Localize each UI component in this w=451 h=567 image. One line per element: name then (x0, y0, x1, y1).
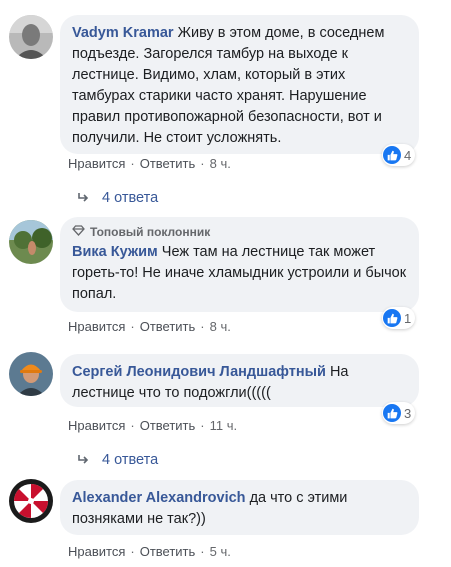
separator: · (200, 418, 205, 433)
separator: · (130, 544, 135, 559)
comment-author[interactable]: Alexander Alexandrovich (72, 490, 246, 506)
reply-link[interactable]: Ответить (140, 319, 196, 334)
separator: · (130, 319, 135, 334)
comment-actions: Нравится · Ответить · 11 ч. (68, 417, 237, 435)
comment-time[interactable]: 11 ч. (210, 418, 238, 433)
like-link[interactable]: Нравится (68, 319, 125, 334)
comment-bubble: Сергей Леонидович Ландшафтный На лестниц… (60, 354, 419, 407)
comment-time[interactable]: 5 ч. (210, 544, 231, 559)
comment-bubble: Топовый поклонник Вика Кужим Чеж там на … (60, 217, 419, 312)
like-link[interactable]: Нравится (68, 544, 125, 559)
view-replies-link[interactable]: 4 ответа (78, 189, 158, 207)
comment-actions: Нравится · Ответить · 5 ч. (68, 543, 231, 561)
like-thumb-icon (383, 309, 401, 327)
comment-time[interactable]: 8 ч. (210, 156, 231, 171)
comment-bubble: Alexander Alexandrovich да что с этими п… (60, 480, 419, 535)
separator: · (200, 544, 205, 559)
separator: · (130, 418, 135, 433)
separator: · (200, 156, 205, 171)
reaction-count[interactable]: 4 (382, 144, 416, 166)
reaction-count[interactable]: 1 (382, 307, 416, 329)
avatar[interactable] (9, 352, 53, 396)
comment-author[interactable]: Вика Кужим (72, 244, 158, 260)
comment-actions: Нравится · Ответить · 8 ч. (68, 318, 231, 336)
separator: · (130, 156, 135, 171)
avatar[interactable] (9, 220, 53, 264)
comment-text: Живу в этом доме, в соседнем подъезде. З… (72, 25, 385, 146)
reply-link[interactable]: Ответить (140, 418, 196, 433)
like-link[interactable]: Нравится (68, 418, 125, 433)
avatar[interactable] (9, 15, 53, 59)
reaction-count-label: 4 (404, 147, 412, 163)
reply-arrow-icon (78, 189, 90, 207)
reaction-count[interactable]: 3 (382, 402, 416, 424)
top-fan-label: Топовый поклонник (90, 225, 211, 239)
comment-author[interactable]: Vadym Kramar (72, 25, 174, 41)
comment-author[interactable]: Сергей Леонидович Ландшафтный (72, 364, 326, 380)
separator: · (200, 319, 205, 334)
reply-link[interactable]: Ответить (140, 156, 196, 171)
diamond-icon (72, 224, 85, 240)
reply-arrow-icon (78, 451, 90, 469)
top-fan-badge: Топовый поклонник (72, 224, 407, 240)
reaction-count-label: 3 (404, 405, 412, 421)
like-thumb-icon (383, 146, 401, 164)
reaction-count-label: 1 (404, 310, 412, 326)
comment-time[interactable]: 8 ч. (210, 319, 231, 334)
replies-count[interactable]: 4 ответа (102, 451, 158, 469)
avatar[interactable] (9, 479, 53, 523)
comment-bubble: Vadym Kramar Живу в этом доме, в соседне… (60, 15, 419, 154)
reply-link[interactable]: Ответить (140, 544, 196, 559)
comment-actions: Нравится · Ответить · 8 ч. (68, 155, 231, 173)
like-thumb-icon (383, 404, 401, 422)
view-replies-link[interactable]: 4 ответа (78, 451, 158, 469)
like-link[interactable]: Нравится (68, 156, 125, 171)
replies-count[interactable]: 4 ответа (102, 189, 158, 207)
